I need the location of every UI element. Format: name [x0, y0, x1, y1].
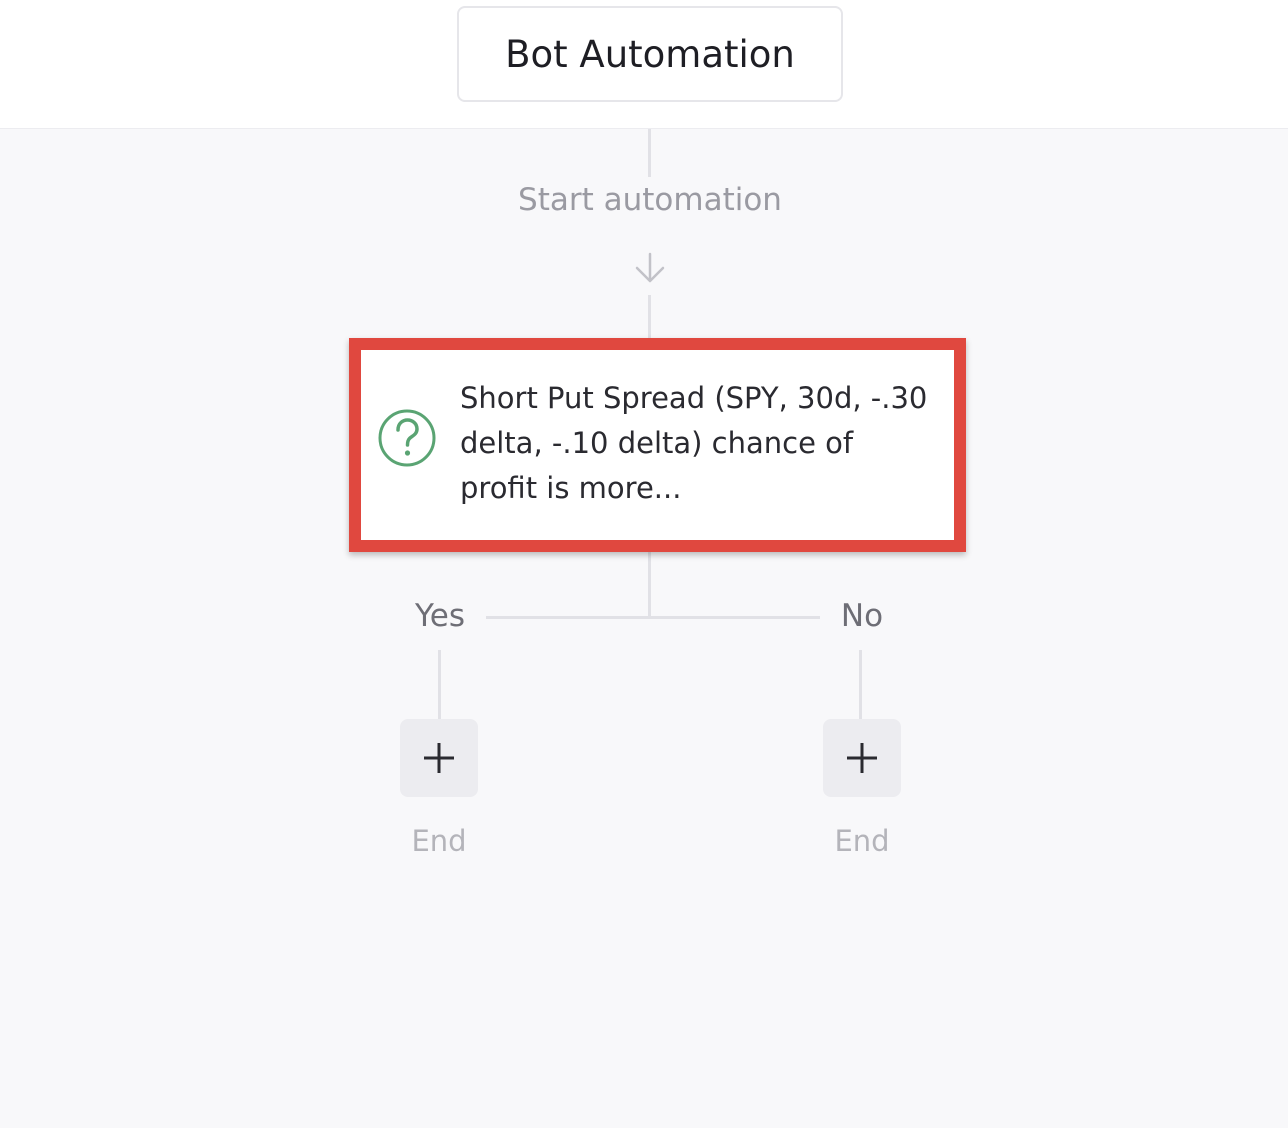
yes-end-label: End: [411, 824, 467, 858]
branch-line-right: [650, 616, 820, 619]
start-automation-label: Start automation: [518, 182, 782, 218]
arrow-down-icon: [635, 252, 665, 283]
plus-icon: [424, 743, 454, 773]
no-branch-line: [859, 650, 862, 719]
condition-step-card[interactable]: Short Put Spread (SPY, 30d, -.30 delta, …: [349, 338, 966, 552]
no-end-label: End: [834, 824, 890, 858]
connector-line-down: [648, 552, 651, 618]
automation-title[interactable]: Bot Automation: [457, 6, 843, 102]
add-step-no-button[interactable]: [823, 719, 901, 797]
connector-line-top: [648, 129, 651, 177]
no-branch-label: No: [840, 598, 884, 634]
connector-line-mid: [648, 295, 651, 338]
yes-branch-line: [438, 650, 441, 719]
branch-line-left: [486, 616, 650, 619]
condition-text: Short Put Spread (SPY, 30d, -.30 delta, …: [460, 381, 928, 505]
question-icon: [378, 409, 436, 467]
yes-branch-label: Yes: [414, 598, 466, 634]
plus-icon: [847, 743, 877, 773]
add-step-yes-button[interactable]: [400, 719, 478, 797]
top-bar: Bot Automation: [0, 0, 1288, 129]
